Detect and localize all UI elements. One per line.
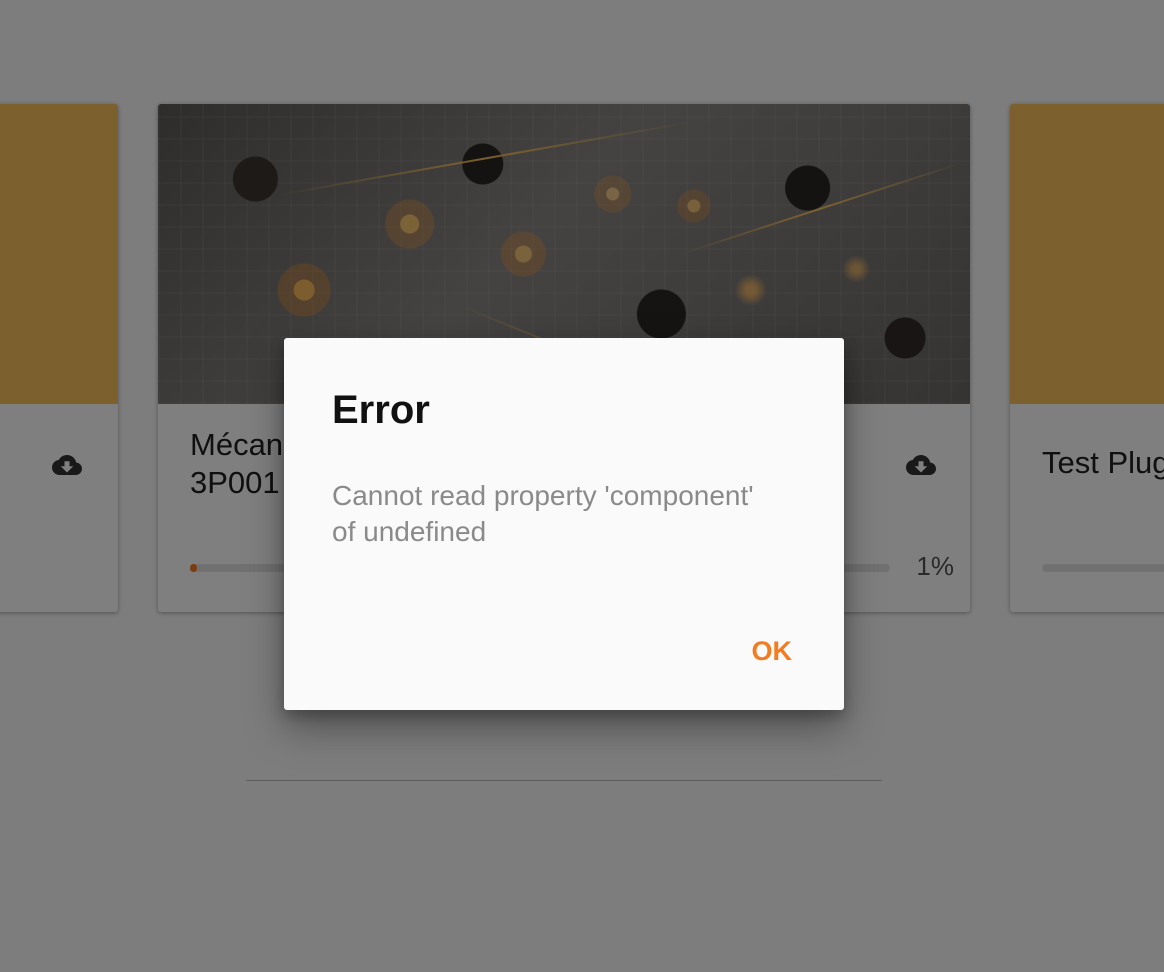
dialog-message-line: Cannot read property 'component' [332, 480, 754, 511]
ok-button[interactable]: OK [736, 630, 809, 673]
dialog-message-line: of undefined [332, 516, 487, 547]
dialog-message: Cannot read property 'component' of unde… [332, 478, 802, 550]
error-dialog: Error Cannot read property 'component' o… [284, 338, 844, 710]
dialog-title: Error [332, 388, 430, 432]
